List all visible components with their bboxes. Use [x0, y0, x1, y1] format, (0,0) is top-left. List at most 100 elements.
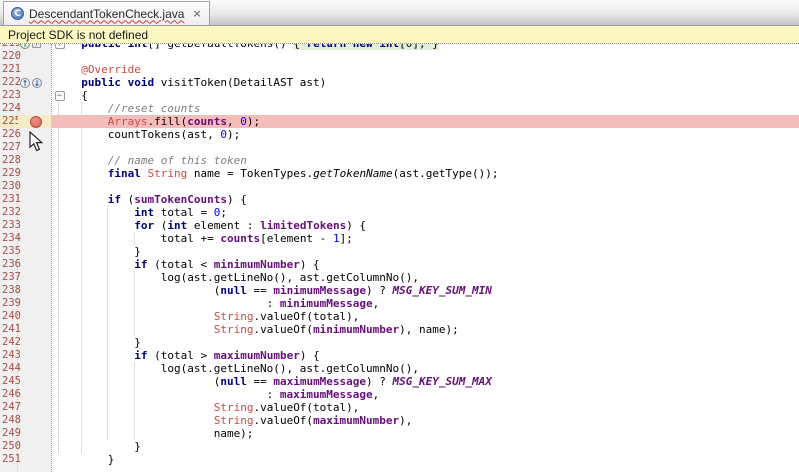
fold-strip[interactable]	[51, 128, 68, 141]
tab-close-icon[interactable]: ×	[192, 8, 201, 19]
breakpoint-gutter[interactable]	[18, 245, 51, 258]
code-line-text[interactable]: final String name = TokenTypes.getTokenN…	[68, 167, 799, 180]
breakpoint-gutter[interactable]	[18, 232, 51, 245]
fold-strip[interactable]: −	[51, 89, 68, 102]
code-editor[interactable]: 219↑++ public int[] getDefaultTokens() {…	[0, 44, 799, 472]
fold-strip[interactable]	[51, 167, 68, 180]
code-line-text[interactable]: log(ast.getLineNo(), ast.getColumnNo(),	[68, 271, 799, 284]
code-line-text[interactable]: (null == minimumMessage) ? MSG_KEY_SUM_M…	[68, 284, 799, 297]
code-line-text[interactable]: (null == maximumMessage) ? MSG_KEY_SUM_M…	[68, 375, 799, 388]
code-line-text[interactable]: String.valueOf(maximumNumber),	[68, 414, 799, 427]
fold-strip[interactable]	[51, 245, 68, 258]
code-line-text[interactable]: : maximumMessage,	[68, 388, 799, 401]
code-line-text[interactable]: countTokens(ast, 0);	[68, 128, 799, 141]
breakpoint-gutter[interactable]	[18, 63, 51, 76]
gutter-plus-icon[interactable]: +	[32, 44, 41, 48]
code-line[interactable]: 229 final String name = TokenTypes.getTo…	[0, 167, 799, 180]
breakpoint-gutter[interactable]	[18, 375, 51, 388]
code-line-text[interactable]: String.valueOf(total),	[68, 401, 799, 414]
code-line[interactable]: 226 countTokens(ast, 0);	[0, 128, 799, 141]
code-line[interactable]: 221 @Override	[0, 63, 799, 76]
code-line-text[interactable]: for (int element : limitedTokens) {	[68, 219, 799, 232]
breakpoint-gutter[interactable]	[18, 323, 51, 336]
breakpoint-gutter[interactable]	[18, 401, 51, 414]
fold-strip[interactable]	[51, 388, 68, 401]
code-line-text[interactable]: if (total < minimumNumber) {	[68, 258, 799, 271]
code-line-text[interactable]: //reset counts	[68, 102, 799, 115]
overridden-method-icon[interactable]: ↓	[32, 78, 42, 88]
code-line[interactable]: 246 : maximumMessage,	[0, 388, 799, 401]
breakpoint-gutter[interactable]	[18, 284, 51, 297]
code-line-text[interactable]: if (sumTokenCounts) {	[68, 193, 799, 206]
code-line[interactable]: 222↑↓ public void visitToken(DetailAST a…	[0, 76, 799, 89]
fold-strip[interactable]	[51, 401, 68, 414]
code-line-text[interactable]: }	[68, 336, 799, 349]
code-line-text[interactable]	[68, 50, 799, 63]
fold-strip[interactable]	[51, 271, 68, 284]
fold-strip[interactable]	[51, 76, 68, 89]
code-line[interactable]: 248 String.valueOf(maximumNumber),	[0, 414, 799, 427]
code-line[interactable]: 234 total += counts[element - 1];	[0, 232, 799, 245]
fold-strip[interactable]	[51, 180, 68, 193]
code-line-text[interactable]	[68, 141, 799, 154]
code-line-text[interactable]: }	[68, 440, 799, 453]
breakpoint-gutter[interactable]	[18, 297, 51, 310]
fold-strip[interactable]	[51, 206, 68, 219]
code-line[interactable]: 251 }	[0, 453, 799, 466]
fold-strip[interactable]	[51, 258, 68, 271]
breakpoint-gutter[interactable]	[18, 271, 51, 284]
breakpoint-gutter[interactable]	[18, 89, 51, 102]
code-line[interactable]: 220	[0, 50, 799, 63]
code-line-text[interactable]: String.valueOf(minimumNumber), name);	[68, 323, 799, 336]
breakpoint-gutter[interactable]	[18, 258, 51, 271]
breakpoint-gutter[interactable]	[18, 440, 51, 453]
breakpoint-gutter[interactable]: ↑↓	[18, 76, 51, 89]
breakpoint-gutter[interactable]	[18, 115, 51, 128]
code-line[interactable]: 243 if (total > maximumNumber) {	[0, 349, 799, 362]
breakpoint-gutter[interactable]	[18, 180, 51, 193]
breakpoint-gutter[interactable]	[18, 206, 51, 219]
breakpoint-gutter[interactable]	[18, 310, 51, 323]
code-line[interactable]: 244 log(ast.getLineNo(), ast.getColumnNo…	[0, 362, 799, 375]
fold-strip[interactable]	[51, 297, 68, 310]
fold-expand-icon[interactable]: +	[55, 44, 65, 49]
code-line-text[interactable]: {	[68, 89, 799, 102]
fold-strip[interactable]	[51, 63, 68, 76]
fold-strip[interactable]	[51, 141, 68, 154]
overriding-method-icon[interactable]: ↑	[20, 78, 30, 88]
fold-strip[interactable]	[51, 115, 68, 128]
code-line[interactable]: 231 if (sumTokenCounts) {	[0, 193, 799, 206]
code-line-text[interactable]: String.valueOf(total),	[68, 310, 799, 323]
breakpoint-gutter[interactable]	[18, 427, 51, 440]
code-line-text[interactable]: name);	[68, 427, 799, 440]
code-line[interactable]: 233 for (int element : limitedTokens) {	[0, 219, 799, 232]
code-line-text[interactable]: log(ast.getLineNo(), ast.getColumnNo(),	[68, 362, 799, 375]
breakpoint-gutter[interactable]	[18, 193, 51, 206]
code-line-text[interactable]: }	[68, 453, 799, 466]
breakpoint-gutter[interactable]	[18, 102, 51, 115]
fold-strip[interactable]	[51, 232, 68, 245]
code-line-text[interactable]: : minimumMessage,	[68, 297, 799, 310]
code-line[interactable]: 240 String.valueOf(total),	[0, 310, 799, 323]
fold-strip[interactable]	[51, 219, 68, 232]
code-line[interactable]: 239 : minimumMessage,	[0, 297, 799, 310]
code-line-text[interactable]: // name of this token	[68, 154, 799, 167]
code-line[interactable]: 236 if (total < minimumNumber) {	[0, 258, 799, 271]
code-line[interactable]: 224 //reset counts	[0, 102, 799, 115]
fold-strip[interactable]	[51, 50, 68, 63]
fold-strip[interactable]	[51, 414, 68, 427]
fold-strip[interactable]	[51, 323, 68, 336]
code-line[interactable]: 235 }	[0, 245, 799, 258]
code-line-text[interactable]: total += counts[element - 1];	[68, 232, 799, 245]
breakpoint-gutter[interactable]	[18, 219, 51, 232]
code-line[interactable]: 227	[0, 141, 799, 154]
code-line-text[interactable]: int total = 0;	[68, 206, 799, 219]
fold-strip[interactable]	[51, 284, 68, 297]
breakpoint-gutter[interactable]	[18, 336, 51, 349]
code-line[interactable]: 230	[0, 180, 799, 193]
fold-strip[interactable]	[51, 154, 68, 167]
code-line[interactable]: 247 String.valueOf(total),	[0, 401, 799, 414]
breakpoint-icon[interactable]	[30, 116, 42, 128]
implements-method-icon[interactable]: ↑	[20, 44, 30, 49]
breakpoint-gutter[interactable]	[18, 453, 51, 466]
